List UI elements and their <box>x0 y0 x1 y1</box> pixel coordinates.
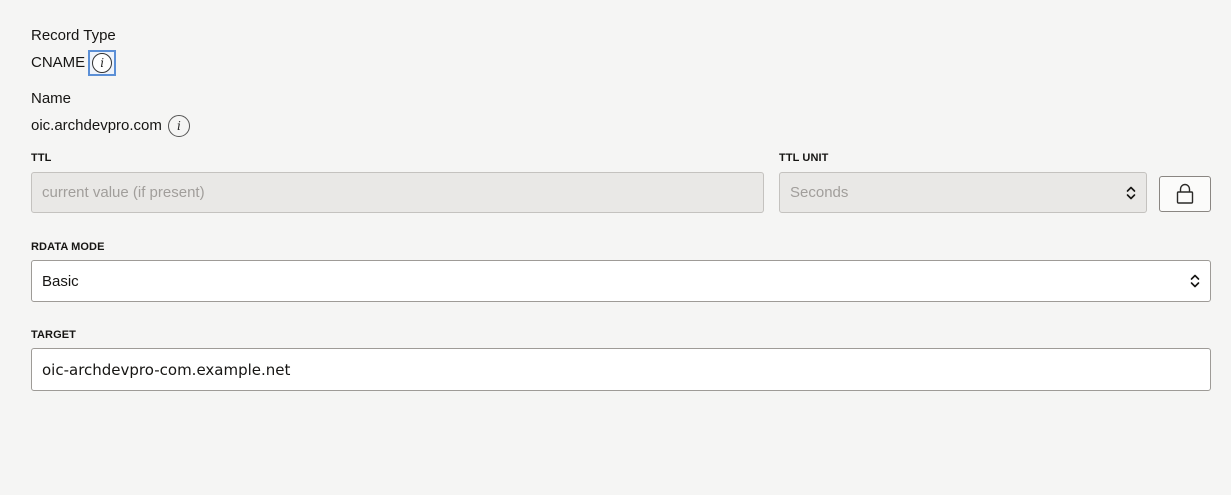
rdata-mode-select[interactable]: Basic <box>31 260 1211 302</box>
rdata-mode-value: Basic <box>42 272 79 290</box>
record-type-value: CNAME <box>31 54 86 71</box>
chevron-up-down-icon <box>1126 186 1136 199</box>
ttl-unit-label: TTL UNIT <box>779 152 829 164</box>
ttl-lock-button[interactable] <box>1159 176 1211 212</box>
lock-icon <box>1176 183 1194 204</box>
target-label: TARGET <box>31 329 77 341</box>
name-value: oic.archdevpro.com <box>31 117 162 134</box>
ttl-unit-select[interactable]: Seconds <box>779 172 1147 213</box>
record-type-label: Record Type <box>31 27 116 44</box>
ttl-label: TTL <box>31 152 52 164</box>
ttl-unit-value: Seconds <box>790 184 849 201</box>
ttl-placeholder: current value (if present) <box>42 184 205 201</box>
info-icon[interactable]: i <box>167 115 190 137</box>
rdata-mode-label: RDATA MODE <box>31 241 105 253</box>
info-icon: i <box>92 53 113 73</box>
chevron-up-down-icon <box>1190 274 1200 288</box>
record-type-info-button[interactable]: i <box>88 50 117 76</box>
name-row: oic.archdevpro.com i <box>31 115 190 137</box>
name-label: Name <box>31 90 72 107</box>
target-input[interactable]: oic-archdevpro-com.example.net <box>31 348 1211 391</box>
target-value: oic-archdevpro-com.example.net <box>42 360 291 379</box>
record-type-row: CNAME i <box>31 50 117 76</box>
ttl-input[interactable]: current value (if present) <box>31 172 764 213</box>
